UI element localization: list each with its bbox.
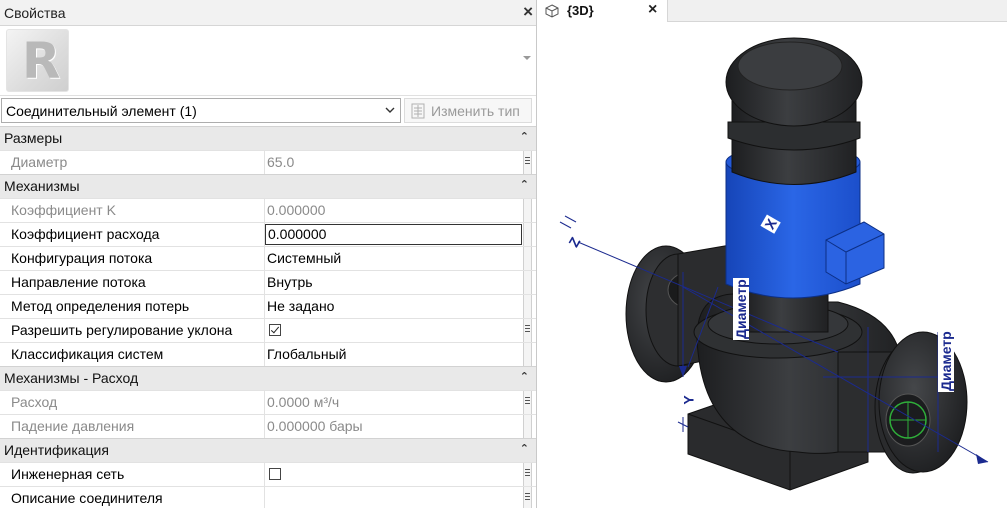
property-value[interactable] [265, 487, 522, 508]
property-row[interactable]: Направление потока Внутрь [0, 270, 536, 295]
tab-close-icon[interactable]: × [648, 1, 657, 19]
chevron-down-icon [385, 107, 395, 113]
group-label: Размеры [4, 130, 63, 146]
property-value[interactable]: Системный [265, 247, 522, 271]
revit-logo: R [6, 29, 69, 92]
collapse-icon[interactable]: ⌃ [520, 178, 529, 191]
property-row[interactable]: Классификация систем Глобальный [0, 342, 536, 367]
selector-row: Соединительный элемент (1) Изменить тип [0, 96, 536, 126]
property-value: 0.000000 бары [267, 418, 363, 434]
property-name: Инженерная сеть [0, 463, 265, 487]
properties-panel: Свойства × R Соединительный элемент (1) … [0, 0, 537, 508]
collapse-icon[interactable]: ⌃ [520, 442, 529, 455]
property-name: Направление потока [0, 271, 265, 295]
group-header[interactable]: Механизмы ⌃ [0, 174, 536, 198]
property-row: Падение давления 0.000000 бары [0, 414, 536, 439]
checkbox[interactable] [269, 468, 281, 480]
element-type-selector-value: Соединительный элемент (1) [6, 103, 197, 119]
property-name: Метод определения потерь [0, 295, 265, 319]
property-name: Описание соединителя [0, 487, 265, 508]
scrollbar[interactable] [523, 151, 532, 175]
property-name: Диаметр [0, 151, 265, 175]
scrollbar[interactable] [523, 271, 532, 295]
scrollbar[interactable] [523, 199, 532, 223]
pump-model[interactable] [538, 22, 1007, 508]
property-name: Классификация систем [0, 343, 265, 367]
type-dropdown-arrow-icon[interactable] [523, 56, 531, 60]
tab-3d-view[interactable]: {3D} × [538, 0, 668, 22]
property-name: Падение давления [0, 415, 265, 439]
group-header[interactable]: Идентификация ⌃ [0, 438, 536, 462]
property-value[interactable]: Глобальный [265, 343, 522, 367]
property-name: Коэффициент K [0, 199, 265, 223]
edit-type-button[interactable]: Изменить тип [404, 98, 532, 123]
property-row[interactable]: Описание соединителя [0, 486, 536, 508]
property-row[interactable]: Метод определения потерь Не задано [0, 294, 536, 319]
close-icon[interactable]: × [523, 2, 533, 22]
scrollbar[interactable] [523, 415, 532, 439]
collapse-icon[interactable]: ⌃ [520, 370, 529, 383]
property-value: 65.0 [267, 154, 295, 170]
collapse-icon[interactable]: ⌃ [520, 130, 529, 143]
property-row[interactable]: Инженерная сеть [0, 462, 536, 487]
property-row: Диаметр 65.0 [0, 150, 536, 175]
property-row[interactable]: Конфигурация потока Системный [0, 246, 536, 271]
property-row[interactable]: Разрешить регулирование уклона [0, 318, 536, 343]
property-row: Коэффициент K 0.000000 [0, 198, 536, 223]
view-tab-bar: {3D} × [538, 0, 1007, 22]
properties-title-bar: Свойства × [0, 0, 536, 26]
scrollbar[interactable] [523, 247, 532, 271]
group-header[interactable]: Размеры ⌃ [0, 126, 536, 150]
property-value: 0.000000 [267, 202, 326, 218]
type-preview: R [0, 26, 536, 96]
3d-viewport[interactable]: X Z Y Диаметр Диаметр [538, 22, 1007, 508]
revit-logo-letter: R [22, 32, 61, 90]
group-label: Механизмы - Расход [4, 370, 139, 386]
properties-grid: Размеры ⌃ Диаметр 65.0 Механизмы ⌃ Коэффициент… [0, 126, 536, 508]
property-value[interactable] [265, 319, 522, 343]
scrollbar[interactable] [523, 463, 532, 487]
property-value: 0.0000 м³/ч [267, 394, 340, 410]
property-value[interactable] [265, 463, 522, 487]
cube-icon [545, 4, 559, 18]
property-value[interactable]: Внутрь [265, 271, 522, 295]
scrollbar[interactable] [523, 319, 532, 343]
properties-title: Свойства [4, 5, 66, 21]
scrollbar[interactable] [523, 295, 532, 319]
group-label: Механизмы [4, 178, 80, 194]
property-value-input[interactable]: 0.000000 [265, 224, 522, 245]
group-label: Идентификация [4, 442, 109, 458]
diameter-label-right[interactable]: Диаметр [938, 330, 954, 392]
property-name: Конфигурация потока [0, 247, 265, 271]
element-type-selector[interactable]: Соединительный элемент (1) [1, 98, 401, 123]
scrollbar[interactable] [523, 223, 532, 247]
scrollbar[interactable] [523, 391, 532, 415]
property-row[interactable]: Коэффициент расхода 0.000000 [0, 222, 536, 247]
property-name: Разрешить регулирование уклона [0, 319, 265, 343]
axis-y-label: Y [680, 395, 697, 405]
scrollbar[interactable] [523, 343, 532, 367]
checkbox[interactable] [269, 324, 281, 336]
property-name: Расход [0, 391, 265, 415]
property-row: Расход 0.0000 м³/ч [0, 390, 536, 415]
property-value[interactable]: Не задано [265, 295, 522, 319]
edit-type-label: Изменить тип [431, 103, 520, 119]
property-name: Коэффициент расхода [0, 223, 265, 247]
tab-3d-view-label: {3D} [567, 3, 594, 18]
group-header[interactable]: Механизмы - Расход ⌃ [0, 366, 536, 390]
diameter-label-left[interactable]: Диаметр [733, 278, 749, 340]
edit-type-icon [411, 103, 425, 119]
scrollbar[interactable] [523, 487, 532, 508]
